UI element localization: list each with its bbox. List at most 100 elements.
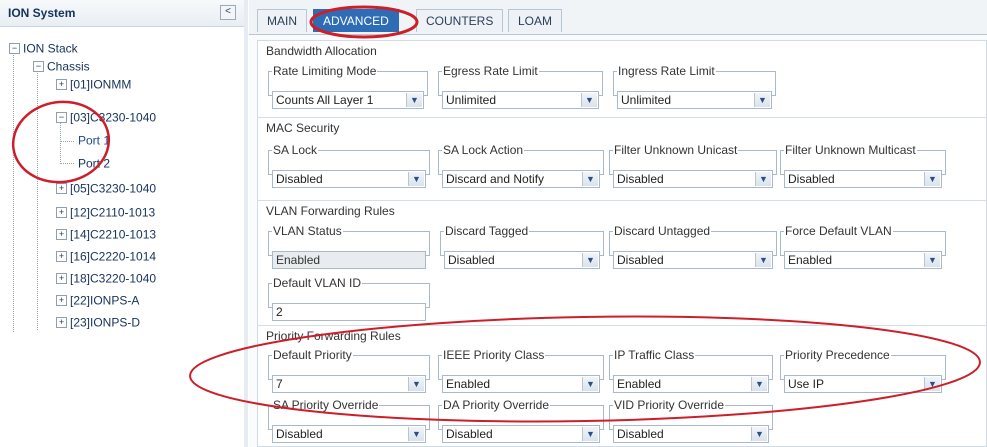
rate-limiting-mode-field: Rate Limiting Mode Counts All Layer 1 ▼ bbox=[268, 65, 428, 109]
default-priority-field: Default Priority 7 ▼ bbox=[268, 349, 430, 393]
sa-lock-action-field: SA Lock Action Discard and Notify ▼ bbox=[438, 143, 604, 188]
expand-toggle-icon[interactable]: + bbox=[56, 79, 67, 91]
collapse-toggle-icon[interactable]: − bbox=[9, 43, 20, 55]
dropdown-arrow-icon[interactable]: ▼ bbox=[754, 93, 770, 107]
tree-node-18-c3220[interactable]: + [18]C3220-1040 bbox=[56, 270, 156, 287]
field-label: Priority Precedence bbox=[785, 348, 890, 362]
sa-priority-override-select[interactable]: Disabled ▼ bbox=[272, 425, 426, 443]
rate-limiting-mode-select[interactable]: Counts All Layer 1 ▼ bbox=[272, 91, 424, 109]
expand-toggle-icon[interactable]: + bbox=[56, 183, 67, 195]
tree-node-23-ionps-d[interactable]: + [23]IONPS-D bbox=[56, 314, 140, 331]
field-label: DA Priority Override bbox=[443, 398, 550, 412]
tree-node-05-c3230[interactable]: + [05]C3230-1040 bbox=[56, 180, 156, 197]
da-priority-override-select[interactable]: Disabled ▼ bbox=[442, 425, 600, 443]
tab-main[interactable]: MAIN bbox=[257, 9, 307, 32]
tree-node-ion-stack[interactable]: − ION Stack bbox=[9, 40, 78, 57]
tab-advanced[interactable]: ADVANCED bbox=[313, 9, 399, 32]
force-default-vlan-select[interactable]: Enabled ▼ bbox=[784, 251, 942, 269]
tree-node-port-2[interactable]: Port 2 bbox=[78, 155, 110, 172]
priority-forwarding-rules-section: Priority Forwarding Rules Default Priori… bbox=[258, 326, 986, 446]
ip-traffic-class-select[interactable]: Enabled ▼ bbox=[613, 375, 769, 393]
dropdown-arrow-icon[interactable]: ▼ bbox=[406, 93, 422, 107]
discard-untagged-field: Discard Untagged Disabled ▼ bbox=[609, 225, 777, 269]
panel-splitter[interactable] bbox=[244, 0, 248, 447]
dropdown-arrow-icon[interactable]: ▼ bbox=[408, 377, 424, 391]
dropdown-arrow-icon[interactable]: ▼ bbox=[582, 172, 598, 186]
tree-node-label: [05]C3230-1040 bbox=[70, 181, 157, 196]
dropdown-arrow-icon[interactable]: ▼ bbox=[408, 172, 424, 186]
expand-toggle-icon[interactable]: + bbox=[56, 273, 67, 285]
field-label: Filter Unknown Multicast bbox=[785, 143, 916, 157]
default-priority-select[interactable]: 7 ▼ bbox=[272, 375, 426, 393]
tree-node-12-c2110[interactable]: + [12]C2110-1013 bbox=[56, 204, 155, 221]
dropdown-arrow-icon[interactable]: ▼ bbox=[582, 377, 598, 391]
tree-node-03-c3230[interactable]: − [03]C3230-1040 bbox=[56, 109, 156, 126]
select-value: Disabled bbox=[276, 427, 323, 441]
ingress-rate-limit-select[interactable]: Unlimited ▼ bbox=[617, 91, 772, 109]
field-label: Force Default VLAN bbox=[785, 224, 892, 238]
filter-unknown-unicast-select[interactable]: Disabled ▼ bbox=[613, 170, 773, 188]
select-value: Enabled bbox=[788, 253, 833, 267]
default-vlan-id-field: Default VLAN ID 2 bbox=[268, 276, 430, 321]
select-value: Enabled bbox=[446, 377, 491, 391]
sa-priority-override-field: SA Priority Override Disabled ▼ bbox=[268, 399, 430, 443]
collapse-panel-button[interactable]: < bbox=[220, 5, 236, 20]
dropdown-arrow-icon[interactable]: ▼ bbox=[581, 93, 597, 107]
tree-node-01-ionmm[interactable]: + [01]IONMM bbox=[56, 76, 131, 93]
filter-unknown-multicast-select[interactable]: Disabled ▼ bbox=[784, 170, 942, 188]
dropdown-arrow-icon[interactable]: ▼ bbox=[755, 253, 771, 267]
dropdown-arrow-icon[interactable]: ▼ bbox=[751, 427, 767, 441]
tab-counters[interactable]: COUNTERS bbox=[416, 9, 504, 32]
tree-node-chassis[interactable]: − Chassis bbox=[33, 58, 90, 75]
select-value: Counts All Layer 1 bbox=[276, 93, 374, 107]
tab-loam[interactable]: LOAM bbox=[508, 9, 563, 32]
tree-node-16-c2220[interactable]: + [16]C2220-1014 bbox=[56, 248, 156, 265]
select-value: Unlimited bbox=[621, 93, 672, 107]
field-label: Default VLAN ID bbox=[273, 276, 362, 290]
egress-rate-limit-field: Egress Rate Limit Unlimited ▼ bbox=[438, 65, 603, 109]
tree-panel: ION System < − ION Stack − Chassis + [01]IO… bbox=[0, 0, 245, 447]
tree-node-22-ionps-a[interactable]: + [22]IONPS-A bbox=[56, 292, 139, 309]
priority-precedence-select[interactable]: Use IP ▼ bbox=[784, 375, 942, 393]
select-value: Enabled bbox=[617, 377, 662, 391]
tree-connector bbox=[37, 68, 38, 330]
dropdown-arrow-icon[interactable]: ▼ bbox=[924, 172, 940, 186]
expand-toggle-icon[interactable]: + bbox=[56, 251, 67, 263]
sa-lock-select[interactable]: Disabled ▼ bbox=[272, 170, 426, 188]
section-title: MAC Security bbox=[266, 121, 340, 135]
dropdown-arrow-icon[interactable]: ▼ bbox=[924, 253, 940, 267]
dropdown-arrow-icon[interactable]: ▼ bbox=[751, 377, 767, 391]
select-value: 7 bbox=[276, 377, 283, 391]
section-title: VLAN Forwarding Rules bbox=[266, 204, 395, 218]
sa-lock-action-select[interactable]: Discard and Notify ▼ bbox=[442, 170, 600, 188]
tree-node-label: Port 1 bbox=[78, 133, 111, 148]
collapse-toggle-icon[interactable]: − bbox=[33, 61, 44, 73]
discard-untagged-select[interactable]: Disabled ▼ bbox=[613, 251, 773, 269]
dropdown-arrow-icon[interactable]: ▼ bbox=[755, 172, 771, 186]
ieee-priority-class-select[interactable]: Enabled ▼ bbox=[442, 375, 600, 393]
tree-node-port-1[interactable]: Port 1 bbox=[78, 132, 110, 149]
expand-toggle-icon[interactable]: + bbox=[56, 207, 67, 219]
vid-priority-override-select[interactable]: Disabled ▼ bbox=[613, 425, 769, 443]
dropdown-arrow-icon[interactable]: ▼ bbox=[924, 377, 940, 391]
collapse-toggle-icon[interactable]: − bbox=[56, 112, 67, 124]
field-label: IEEE Priority Class bbox=[443, 348, 545, 362]
egress-rate-limit-select[interactable]: Unlimited ▼ bbox=[442, 91, 599, 109]
select-value: Disabled bbox=[617, 172, 664, 186]
tree-node-label: Chassis bbox=[47, 59, 90, 74]
field-label: SA Lock Action bbox=[443, 143, 524, 157]
expand-toggle-icon[interactable]: + bbox=[56, 317, 67, 329]
expand-toggle-icon[interactable]: + bbox=[56, 295, 67, 307]
dropdown-arrow-icon[interactable]: ▼ bbox=[408, 427, 424, 441]
tree-connector bbox=[60, 122, 61, 164]
field-label: VID Priority Override bbox=[614, 398, 725, 412]
expand-toggle-icon[interactable]: + bbox=[56, 229, 67, 241]
tree-node-14-c2210[interactable]: + [14]C2210-1013 bbox=[56, 226, 156, 243]
dropdown-arrow-icon[interactable]: ▼ bbox=[582, 253, 598, 267]
tree-connector bbox=[60, 141, 74, 142]
select-value: Disabled bbox=[788, 172, 835, 186]
tree-node-label: [18]C3220-1040 bbox=[70, 271, 157, 286]
discard-tagged-select[interactable]: Disabled ▼ bbox=[444, 251, 600, 269]
default-vlan-id-input[interactable]: 2 bbox=[272, 303, 426, 321]
dropdown-arrow-icon[interactable]: ▼ bbox=[582, 427, 598, 441]
